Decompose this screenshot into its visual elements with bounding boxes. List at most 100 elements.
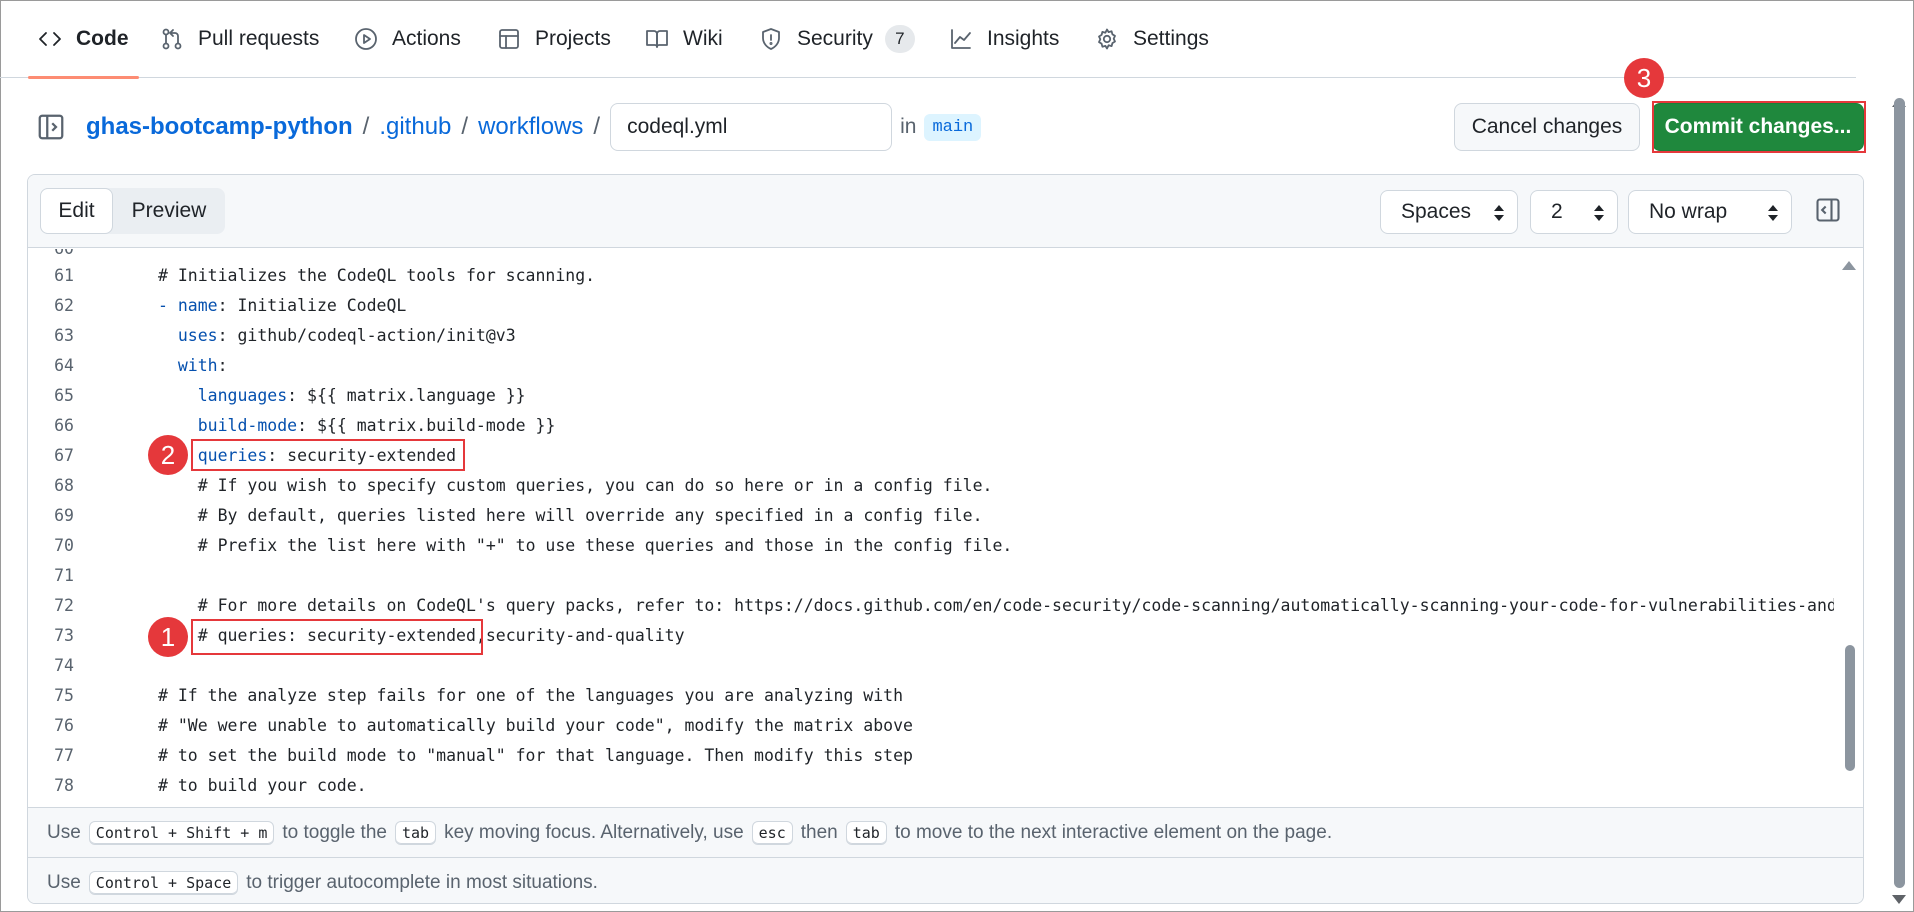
yaml-key: languages: [197, 385, 288, 405]
preview-tab[interactable]: Preview: [113, 188, 225, 234]
line-source: # queries: security-extended,security-an…: [158, 626, 685, 645]
tab-actions[interactable]: Actions: [354, 0, 461, 78]
editor-scroll-thumb[interactable]: [1845, 645, 1855, 771]
indent-mode-value: Spaces: [1401, 200, 1472, 223]
code-line: 76 # "We were unable to automatically bui…: [28, 710, 1834, 740]
line-text: : security-extended: [267, 445, 457, 465]
page-scroll-thumb[interactable]: [1894, 98, 1905, 888]
tab-code[interactable]: Code: [28, 0, 138, 79]
security-count-badge: 7: [884, 25, 915, 53]
branch-badge: main: [924, 113, 982, 141]
line-text: # Prefix the list here with "+" to use t…: [197, 535, 1013, 555]
page-scrollbar[interactable]: [1886, 78, 1912, 912]
code-editor: Edit Preview Spaces 2 No wrap 60 61 # Ini…: [27, 174, 1864, 904]
line-text: # queries: security-extended,security-an…: [197, 625, 685, 645]
code-line: 77 # to set the build mode to "manual" fo…: [28, 740, 1834, 770]
kbd-shortcut: tab: [845, 820, 887, 845]
file-tree-toggle[interactable]: [36, 112, 66, 142]
code-line: 73 # queries: security-extended,security…: [28, 620, 1834, 650]
play-icon: [355, 28, 377, 50]
tab-insights[interactable]: Insights: [949, 0, 1059, 78]
code-line: 78 # to build your code.: [28, 770, 1834, 800]
editor-scrollbar[interactable]: [1838, 249, 1862, 807]
indent-size-select[interactable]: 2: [1530, 190, 1618, 234]
annotation-badge-3: 3: [1624, 58, 1664, 98]
line-text: :: [217, 355, 228, 375]
indent-mode-select[interactable]: Spaces: [1380, 190, 1518, 234]
focus-hint-bar: Use Control + Shift + m to toggle the ta…: [28, 807, 1863, 857]
line-source: # Prefix the list here with "+" to use t…: [158, 535, 1013, 555]
breadcrumb: ghas-bootcamp-python / .github / workflo…: [86, 103, 982, 151]
page-scroll-down-arrow-icon[interactable]: [1892, 895, 1906, 904]
line-text: # "We were unable to automatically build…: [158, 715, 913, 735]
line-source: with:: [158, 356, 228, 375]
cancel-changes-button[interactable]: Cancel changes: [1454, 103, 1640, 151]
tab-projects[interactable]: Projects: [497, 0, 611, 78]
line-text: # to build your code.: [158, 775, 367, 795]
tab-label: Projects: [535, 27, 611, 50]
breadcrumb-repo-link[interactable]: ghas-bootcamp-python: [86, 113, 353, 141]
code-line: 61 # Initializes the CodeQL tools for sca…: [28, 260, 1834, 290]
sidebar-panel-toggle[interactable]: [1814, 196, 1842, 224]
code-line: 65 languages: ${{ matrix.language }}: [28, 380, 1834, 410]
shield-icon: [762, 28, 780, 50]
line-number: 74: [54, 655, 74, 675]
hint-text: then: [800, 821, 838, 843]
line-number: 77: [54, 745, 74, 765]
tab-label: Settings: [1133, 27, 1209, 50]
edit-tab[interactable]: Edit: [40, 188, 113, 234]
tab-wiki[interactable]: Wiki: [645, 0, 723, 78]
tab-security[interactable]: Security 7: [759, 0, 915, 78]
line-text: # If the analyze step fails for one of t…: [158, 685, 904, 705]
line-source: # Initializes the CodeQL tools for scann…: [158, 266, 595, 285]
line-text: : github/codeql-action/init@v3: [217, 325, 516, 345]
filename-input[interactable]: [610, 103, 893, 151]
code-line: 66 build-mode: ${{ matrix.build-mode }}: [28, 410, 1834, 440]
line-number: 62: [54, 295, 74, 315]
breadcrumb-github-dir-link[interactable]: .github: [379, 113, 451, 141]
line-source: # If the analyze step fails for one of t…: [158, 686, 903, 705]
tab-label: Actions: [392, 27, 461, 50]
tab-pull-requests[interactable]: Pull requests: [160, 0, 319, 78]
line-source: # If you wish to specify custom queries,…: [158, 476, 993, 495]
line-number: 76: [54, 715, 74, 735]
annotation-badge-1: 1: [148, 617, 188, 657]
tab-label: Wiki: [683, 27, 723, 50]
annotation-badge-2: 2: [148, 435, 188, 475]
tab-settings[interactable]: Settings: [1095, 0, 1209, 78]
wrap-mode-select[interactable]: No wrap: [1628, 190, 1792, 234]
line-source: - name: Initialize CodeQL: [158, 296, 406, 315]
hint-text: key moving focus. Alternatively, use: [444, 821, 744, 843]
kbd-shortcut: esc: [751, 820, 793, 845]
line-source: languages: ${{ matrix.language }}: [158, 386, 526, 405]
line-source: # "We were unable to automatically build…: [158, 716, 913, 735]
tab-label: Pull requests: [198, 27, 320, 50]
code-line: 63 uses: github/codeql-action/init@v3: [28, 320, 1834, 350]
hint-text: to move to the next interactive element …: [894, 821, 1333, 843]
code-line: 62 - name: Initialize CodeQL: [28, 290, 1834, 320]
line-source: build-mode: ${{ matrix.build-mode }}: [158, 416, 556, 435]
commit-changes-button[interactable]: Commit changes...: [1652, 103, 1864, 151]
kbd-shortcut: Control + Shift + m: [88, 820, 275, 845]
breadcrumb-workflows-link[interactable]: workflows: [478, 113, 583, 141]
line-number: 71: [54, 565, 74, 585]
code-content[interactable]: 60 61 # Initializes the CodeQL tools for …: [28, 249, 1834, 807]
editor-toolbar: Edit Preview Spaces 2 No wrap: [28, 175, 1863, 248]
line-source: queries: security-extended: [158, 446, 456, 465]
yaml-key: - name: [158, 295, 218, 315]
table-icon: [499, 29, 519, 49]
repo-nav: Code Pull requests Actions Projects Wiki…: [0, 0, 1856, 79]
pull-request-icon: [162, 28, 182, 50]
code-line: 69 # By default, queries listed here wil…: [28, 500, 1834, 530]
line-number: 78: [54, 775, 74, 795]
code-line: 70 # Prefix the list here with "+" to us…: [28, 530, 1834, 560]
hint-text: to trigger autocomplete in most situatio…: [246, 871, 598, 893]
scroll-up-arrow-icon[interactable]: [1842, 261, 1856, 270]
select-arrows-icon: [1768, 205, 1778, 221]
line-number: 75: [54, 685, 74, 705]
kbd-shortcut: tab: [394, 820, 437, 845]
book-icon: [646, 30, 668, 48]
